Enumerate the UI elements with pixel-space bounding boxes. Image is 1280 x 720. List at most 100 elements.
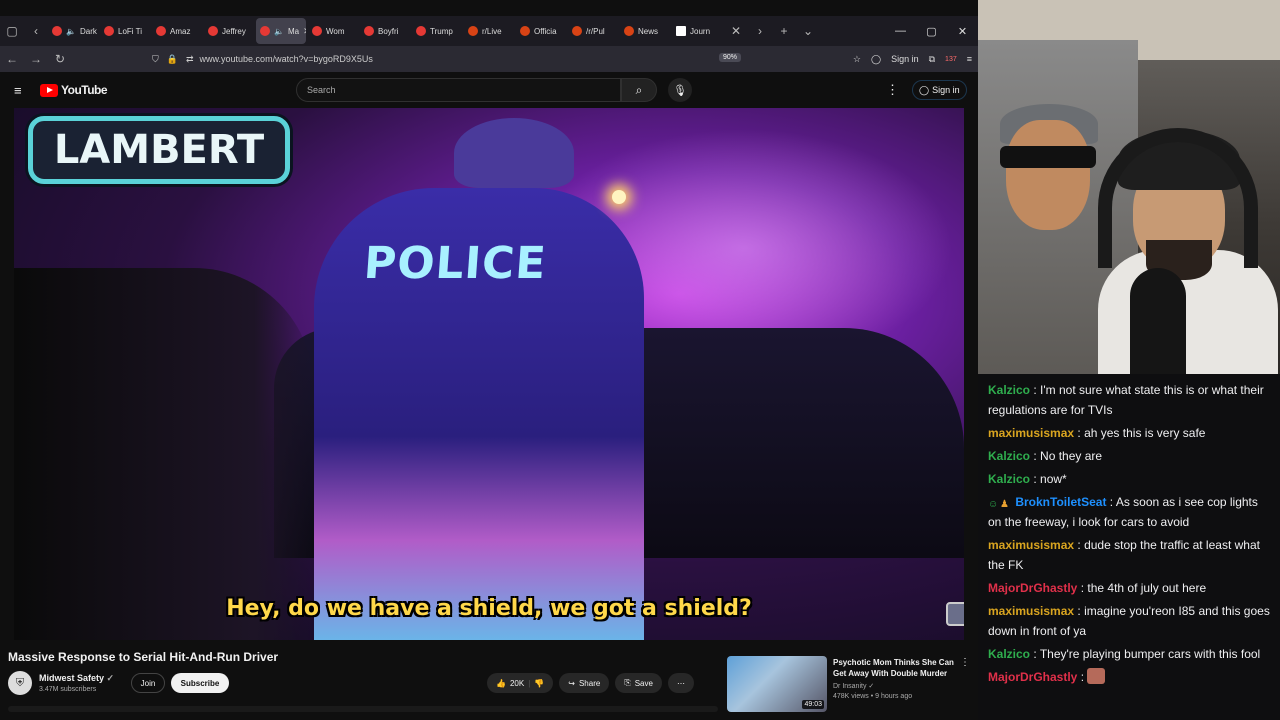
channel-watermark-icon[interactable] (946, 602, 964, 626)
join-button[interactable]: Join (131, 673, 165, 693)
recommended-thumbnail[interactable]: 49:03 (727, 656, 827, 712)
search-icon[interactable]: ⌕ (621, 78, 657, 102)
share-icon: ↪ (568, 678, 575, 688)
chat-message: maximusismax : ah yes this is very safe (988, 426, 1206, 440)
chat-message: Kalzico : No they are (988, 449, 1103, 463)
nav-right-tools: ☆ ◯ Sign in ⧉ 137 ≡ (853, 46, 972, 72)
browser-tab[interactable]: Trump (412, 18, 462, 44)
maximize-icon[interactable]: ▢ (916, 25, 947, 38)
forward-icon[interactable]: → (24, 52, 48, 66)
channel-avatar[interactable]: ⛨ (8, 671, 32, 695)
recommended-title[interactable]: Psychotic Mom Thinks She Can Get Away Wi… (833, 657, 961, 679)
reddit-icon (468, 26, 478, 36)
browser-tab[interactable]: Jeffrey (204, 18, 254, 44)
list-tabs-icon[interactable]: ⌄ (796, 19, 820, 43)
youtube-logo[interactable]: YouTube (40, 83, 108, 97)
url-text[interactable]: www.youtube.com/watch?v=bygoRD9X5Us (200, 54, 373, 64)
youtube-icon (208, 26, 218, 36)
youtube-signin-button[interactable]: ◯ Sign in (912, 80, 967, 100)
subscribe-button[interactable]: Subscribe (171, 673, 229, 693)
youtube-play-icon (40, 83, 58, 97)
browser-tab[interactable]: News (620, 18, 670, 44)
menu-icon[interactable]: ≡ (967, 54, 972, 64)
tab-bar: ▢ ‹ 🔈Dark S LoFi Ti Amaz Jeffrey 🔈Ma✕ Wo… (0, 16, 978, 46)
chat-username[interactable]: MajorDrGhastly (988, 670, 1077, 684)
chat-username[interactable]: maximusismax (988, 538, 1074, 552)
chat-username[interactable]: Kalzico (988, 647, 1030, 661)
tab-scroll-right-icon[interactable]: › (748, 19, 772, 43)
channel-name[interactable]: Midwest Safety ✓ (39, 673, 114, 684)
verified-icon: ✓ (868, 683, 875, 690)
shield-icon[interactable]: ⛉ (152, 54, 159, 65)
url-bar[interactable]: ⛉ 🔒 ⇄ www.youtube.com/watch?v=bygoRD9X5U… (152, 49, 772, 69)
account-icon[interactable]: ◯ (871, 54, 881, 65)
chat-message: maximusismax : dude stop the traffic at … (988, 538, 1260, 572)
new-tab-icon[interactable]: + (772, 19, 796, 43)
verified-icon: ✓ (106, 673, 115, 683)
back-icon[interactable]: ← (0, 52, 24, 66)
browser-tab[interactable]: /r/Pul (568, 18, 618, 44)
search-input[interactable]: Search (296, 78, 621, 102)
browser-tab[interactable]: Amaz (152, 18, 202, 44)
chat-username[interactable]: Kalzico (988, 449, 1030, 463)
sub-badge-icon: ♟ (1000, 499, 1009, 510)
bookmark-icon: ⎘ (624, 678, 631, 687)
video-player[interactable]: POLICE LAMBERT Hey, do we have a shield,… (14, 108, 964, 640)
microphone (1130, 268, 1186, 374)
video-title: Massive Response to Serial Hit-And-Run D… (8, 650, 279, 664)
more-options-icon[interactable]: ⋮ (886, 82, 899, 98)
officer-head (454, 118, 574, 188)
browser-tab[interactable]: LoFi Ti (100, 18, 150, 44)
lock-icon[interactable]: 🔒 (167, 54, 178, 65)
browser-tab[interactable]: Boyfri (360, 18, 410, 44)
close-window-icon[interactable]: ✕ (947, 25, 978, 38)
person-badge-icon: ☺ (988, 499, 999, 510)
youtube-icon (364, 26, 374, 36)
more-actions-button[interactable]: ⋯ (667, 673, 694, 693)
tab-overview-icon[interactable]: ▢ (0, 19, 24, 43)
minimize-icon[interactable]: — (885, 25, 916, 37)
browser-tab[interactable]: 🔈Dark S (48, 18, 98, 44)
save-button[interactable]: ⎘ Save (615, 673, 662, 693)
subscriber-count: 3.47M subscribers (39, 686, 97, 693)
chat-username[interactable]: Kalzico (988, 472, 1030, 486)
chat-username[interactable]: maximusismax (988, 426, 1074, 440)
youtube-icon (312, 26, 322, 36)
browser-tab[interactable]: r/Live (464, 18, 514, 44)
chat-username[interactable]: maximusismax (988, 604, 1074, 618)
more-options-icon[interactable]: ⋮ (960, 657, 970, 668)
youtube-icon (104, 26, 114, 36)
browser-tab-active[interactable]: 🔈Ma✕ (256, 18, 306, 44)
hamburger-menu-icon[interactable]: ≡ (14, 83, 22, 98)
speaker-icon: 🔈 (274, 26, 284, 36)
street-light (612, 190, 626, 204)
browser-signin[interactable]: Sign in (891, 54, 919, 64)
close-tab-icon[interactable]: ✕ (303, 26, 306, 37)
chat-username[interactable]: MajorDrGhastly (988, 581, 1077, 595)
browser-tab[interactable]: Wom (308, 18, 358, 44)
like-button[interactable]: 👍 20K | 👎 (487, 673, 554, 693)
recommended-channel[interactable]: Dr Insanity ✓ (833, 682, 874, 690)
bookmark-star-icon[interactable]: ☆ (853, 54, 861, 65)
ap-icon (676, 26, 686, 36)
chat-message: Kalzico : I'm not sure what state this i… (988, 383, 1264, 417)
permissions-icon[interactable]: ⇄ (186, 54, 194, 65)
thumbs-up-icon: 👍 (496, 678, 506, 688)
description-box (8, 706, 718, 712)
tab-scroll-left-icon[interactable]: ‹ (24, 19, 48, 43)
chat-username[interactable]: BroknToiletSeat (1015, 495, 1106, 509)
browser-tab[interactable]: Officia (516, 18, 566, 44)
share-button[interactable]: ↪ Share (559, 673, 610, 693)
microphone-icon[interactable]: 🎙 (668, 78, 692, 102)
chat-message: MajorDrGhastly : the 4th of july out her… (988, 581, 1207, 595)
thumbs-down-icon[interactable]: 👎 (534, 679, 544, 688)
ublock-badge[interactable]: 137 (945, 56, 957, 63)
browser-window: ▢ ‹ 🔈Dark S LoFi Ti Amaz Jeffrey 🔈Ma✕ Wo… (0, 0, 978, 720)
chat-message: MajorDrGhastly : (988, 667, 1270, 687)
extensions-icon[interactable]: ⧉ (929, 54, 935, 65)
chat-username[interactable]: Kalzico (988, 383, 1030, 397)
zoom-badge[interactable]: 90% (719, 53, 742, 62)
reload-icon[interactable]: ↻ (48, 52, 72, 66)
browser-tab[interactable]: Journ (672, 18, 722, 44)
youtube-icon (156, 26, 166, 36)
